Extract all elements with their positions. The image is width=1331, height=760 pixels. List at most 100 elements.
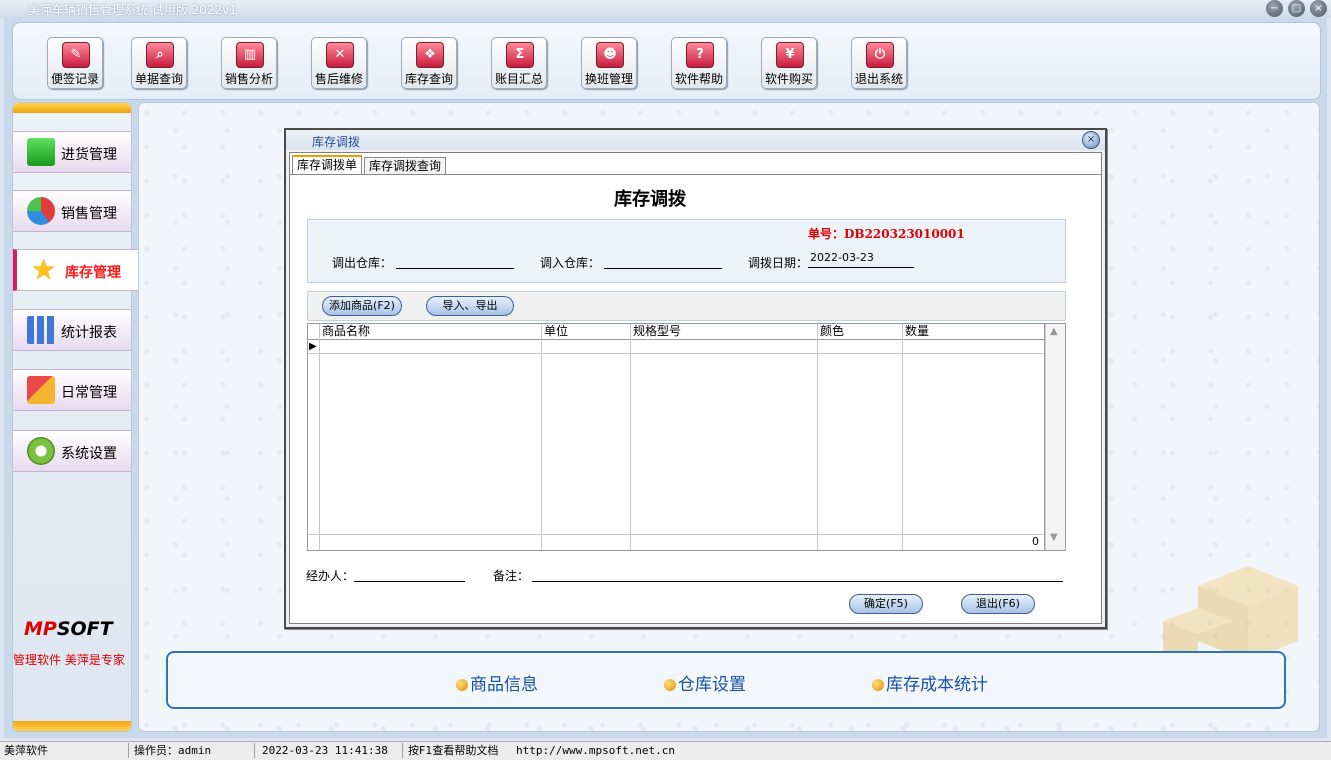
- sidebar-item-daily[interactable]: 日常管理: [13, 369, 131, 411]
- transfer-date-underline: [808, 267, 914, 268]
- tab-transfer-query[interactable]: 库存调拨查询: [364, 157, 447, 174]
- title-bar: 美萍车辆销售管理系统 试用版 2022v1 − □ ×: [0, 0, 1331, 18]
- grid-column-line: [902, 324, 903, 550]
- add-item-button[interactable]: 添加商品(F2): [322, 296, 402, 316]
- logo-soft: SOFT: [56, 618, 113, 640]
- remark-label: 备注：: [493, 569, 530, 583]
- toolbar: ✎ 便签记录 ⌕ 单据查询 ▥ 销售分析 ✕ 售后维修 ❖ 库存查询 Σ 账目汇…: [12, 22, 1321, 100]
- in-warehouse-underline: [604, 268, 722, 269]
- form-title: 库存调拨: [614, 189, 686, 210]
- toolbar-label: 换班管理: [584, 72, 633, 86]
- dialog-close-icon[interactable]: ×: [1082, 131, 1100, 149]
- confirm-button[interactable]: 确定(F5): [849, 594, 923, 614]
- quick-link-product-info[interactable]: 商品信息: [456, 670, 538, 695]
- sidebar-top-cap: [13, 103, 131, 113]
- grid-header: 商品名称 单位 规格型号 颜色 数量: [308, 324, 1044, 340]
- order-number-label: 单号：: [808, 227, 845, 241]
- boxes-icon: ❖: [416, 42, 444, 68]
- status-url[interactable]: http://www.mpsoft.net.cn: [512, 743, 716, 758]
- scroll-down-icon[interactable]: ▼: [1050, 532, 1058, 543]
- tab-divider: [290, 174, 1101, 175]
- quick-link-warehouse-settings[interactable]: 仓库设置: [664, 670, 746, 695]
- grid-column-line: [541, 324, 542, 550]
- sidebar-item-label: 销售管理: [61, 206, 117, 222]
- toolbar-shift-button[interactable]: ☻ 换班管理: [581, 37, 637, 89]
- quick-link-label: 仓库设置: [678, 675, 746, 695]
- green-plus-icon: [27, 138, 55, 166]
- toolbar-label: 软件购买: [764, 72, 813, 86]
- column-header-name[interactable]: 商品名称: [320, 324, 370, 339]
- column-header-qty[interactable]: 数量: [903, 324, 929, 339]
- order-number-value: DB220323010001: [844, 227, 965, 241]
- sidebar-item-label: 统计报表: [61, 325, 117, 341]
- star-icon: ★: [31, 253, 57, 286]
- notepad-icon: ✎: [62, 42, 90, 68]
- column-header-color[interactable]: 颜色: [818, 324, 844, 339]
- window-title: 美萍车辆销售管理系统 试用版 2022v1: [28, 3, 237, 17]
- minimize-button[interactable]: −: [1266, 0, 1283, 17]
- sidebar-item-label: 系统设置: [61, 446, 117, 462]
- quick-link-stock-cost[interactable]: 库存成本统计: [872, 670, 988, 695]
- items-grid[interactable]: 商品名称 单位 规格型号 颜色 数量 ▶ 0 ▲ ▼: [307, 323, 1066, 551]
- status-help: 按F1查看帮助文档: [408, 744, 499, 757]
- bar-chart-icon: [27, 316, 55, 344]
- grid-total-line: [308, 534, 1044, 535]
- transfer-date-label: 调拨日期：: [748, 256, 809, 270]
- column-header-spec[interactable]: 规格型号: [631, 324, 681, 339]
- import-export-button[interactable]: 导入、导出: [426, 296, 514, 316]
- tab-transfer-order[interactable]: 库存调拨单: [292, 155, 363, 175]
- quick-link-label: 库存成本统计: [886, 675, 988, 695]
- help-icon: ?: [686, 42, 714, 68]
- pie-chart-icon: [27, 197, 55, 225]
- sidebar-item-reports[interactable]: 统计报表: [13, 309, 131, 351]
- item-toolbar: 添加商品(F2) 导入、导出: [307, 291, 1066, 321]
- maximize-button[interactable]: □: [1288, 0, 1305, 17]
- toolbar-doc-query-button[interactable]: ⌕ 单据查询: [131, 37, 187, 89]
- toolbar-sales-analysis-button[interactable]: ▥ 销售分析: [221, 37, 277, 89]
- out-warehouse-underline: [396, 268, 514, 269]
- in-warehouse-field[interactable]: [606, 252, 722, 268]
- column-header-unit[interactable]: 单位: [542, 324, 568, 339]
- toolbar-label: 软件帮助: [674, 72, 723, 86]
- status-company: 美萍软件: [0, 743, 129, 758]
- handler-underline: [354, 581, 465, 582]
- toolbar-help-button[interactable]: ? 软件帮助: [671, 37, 727, 89]
- handler-label: 经办人：: [306, 569, 355, 583]
- toolbar-accounts-button[interactable]: Σ 账目汇总: [491, 37, 547, 89]
- sidebar-item-sales[interactable]: 销售管理: [13, 190, 131, 232]
- sidebar-item-purchase[interactable]: 进货管理: [13, 131, 131, 173]
- stock-transfer-dialog: 库存调拨 × 库存调拨单 库存调拨查询 库存调拨 单号：DB2203230100…: [284, 128, 1107, 629]
- sidebar-item-label: 进货管理: [61, 147, 117, 163]
- exit-dialog-button[interactable]: 退出(F6): [961, 594, 1035, 614]
- toolbar-purchase-button[interactable]: ¥ 软件购买: [761, 37, 817, 89]
- status-operator: 操作员：admin: [130, 743, 255, 758]
- scroll-up-icon[interactable]: ▲: [1050, 326, 1058, 337]
- close-window-button[interactable]: ×: [1310, 0, 1327, 17]
- dialog-title: 库存调拨: [312, 135, 361, 149]
- out-warehouse-field[interactable]: [398, 252, 514, 268]
- handler-field[interactable]: [354, 565, 464, 581]
- grid-row-line: [308, 353, 1044, 354]
- slogan: 管理软件 美萍是专家: [13, 653, 125, 667]
- remark-underline: [532, 581, 1063, 582]
- dialog-body: 库存调拨单 库存调拨查询 库存调拨 单号：DB220323010001 调出仓库…: [289, 152, 1102, 624]
- sidebar-item-settings[interactable]: 系统设置: [13, 430, 131, 472]
- toolbar-label: 销售分析: [224, 72, 273, 86]
- toolbar-repair-button[interactable]: ✕ 售后维修: [311, 37, 367, 89]
- status-datetime: 2022-03-23 11:41:38: [258, 743, 403, 758]
- toolbar-exit-button[interactable]: ⏻ 退出系统: [851, 37, 907, 89]
- bar-chart-icon: ▥: [236, 42, 264, 68]
- grid-vertical-scrollbar[interactable]: ▲ ▼: [1045, 324, 1065, 550]
- transfer-date-field[interactable]: 2022-03-23: [810, 251, 914, 267]
- sidebar-item-label: 日常管理: [61, 385, 117, 401]
- toolbar-stock-query-button[interactable]: ❖ 库存查询: [401, 37, 457, 89]
- order-header-box: 单号：DB220323010001 调出仓库： 调入仓库： 调拨日期： 2022…: [307, 219, 1066, 283]
- toolbar-label: 便签记录: [50, 72, 99, 86]
- sidebar-item-inventory[interactable]: ★ 库存管理: [13, 249, 139, 291]
- toolbar-notes-button[interactable]: ✎ 便签记录: [47, 37, 103, 89]
- grid-column-line: [630, 324, 631, 550]
- total-quantity: 0: [1032, 535, 1039, 548]
- screwdriver-icon: ✕: [326, 42, 354, 68]
- remark-field[interactable]: [532, 565, 1062, 581]
- power-icon: ⏻: [866, 42, 894, 68]
